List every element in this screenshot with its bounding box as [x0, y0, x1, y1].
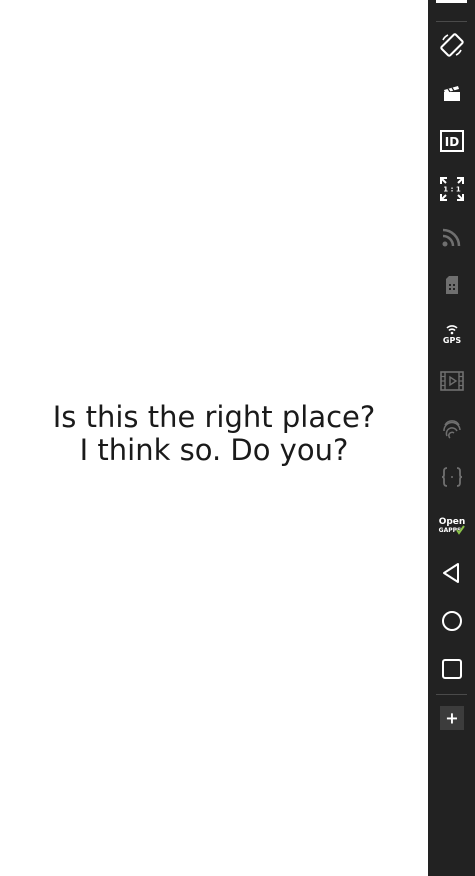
- screen-record-icon: [443, 86, 460, 101]
- pixel-perfect-icon: 1 : 1: [439, 177, 464, 201]
- device-id-label: ID: [444, 135, 458, 149]
- back-button[interactable]: [428, 553, 475, 593]
- toolbar-divider-bottom: [436, 694, 467, 695]
- device-id-button[interactable]: ID: [428, 121, 475, 161]
- ratio-label: 1 : 1: [443, 186, 461, 194]
- opengapps-button[interactable]: Open GAPPS: [428, 505, 475, 545]
- gps-icon: GPS: [442, 325, 461, 345]
- rotate-device-icon: [439, 33, 464, 57]
- centered-message: Is this the right place? I think so. Do …: [0, 401, 428, 467]
- app-content-area: Is this the right place? I think so. Do …: [0, 0, 428, 876]
- opengapps-icon: Open GAPPS: [438, 517, 465, 535]
- opengapps-open-label: Open: [438, 517, 465, 527]
- gps-button[interactable]: GPS: [428, 313, 475, 353]
- back-icon: [442, 563, 459, 583]
- add-label: +: [445, 709, 458, 728]
- recents-button[interactable]: [428, 649, 475, 689]
- sd-card-icon: [445, 276, 458, 294]
- add-button[interactable]: +: [428, 698, 475, 738]
- media-button[interactable]: [428, 361, 475, 401]
- sd-card-button[interactable]: [428, 265, 475, 305]
- gps-label: GPS: [442, 336, 460, 345]
- emulator-screen: Is this the right place? I think so. Do …: [0, 0, 475, 876]
- pixel-perfect-button[interactable]: 1 : 1: [428, 169, 475, 209]
- emulator-toolbar: ID 1 : 1 GPS Open GAPPS +: [428, 0, 475, 876]
- developer-options-button[interactable]: [428, 457, 475, 497]
- message-line-1: Is this the right place?: [52, 400, 376, 434]
- device-id-icon: ID: [439, 130, 464, 152]
- media-icon: [439, 371, 464, 391]
- home-button[interactable]: [428, 601, 475, 641]
- cast-button[interactable]: [428, 217, 475, 257]
- screen-record-button[interactable]: [428, 73, 475, 113]
- recents-icon: [441, 659, 462, 679]
- fingerprint-button[interactable]: [428, 409, 475, 449]
- toolbar-divider-top: [436, 21, 467, 22]
- rotate-button[interactable]: [428, 25, 475, 65]
- fingerprint-icon: [442, 420, 461, 439]
- home-icon: [441, 611, 462, 631]
- add-icon: +: [439, 706, 464, 730]
- message-line-2: I think so. Do you?: [79, 433, 349, 467]
- cast-icon: [442, 228, 460, 247]
- developer-options-icon: [441, 467, 462, 487]
- toolbar-handle[interactable]: [436, 0, 467, 3]
